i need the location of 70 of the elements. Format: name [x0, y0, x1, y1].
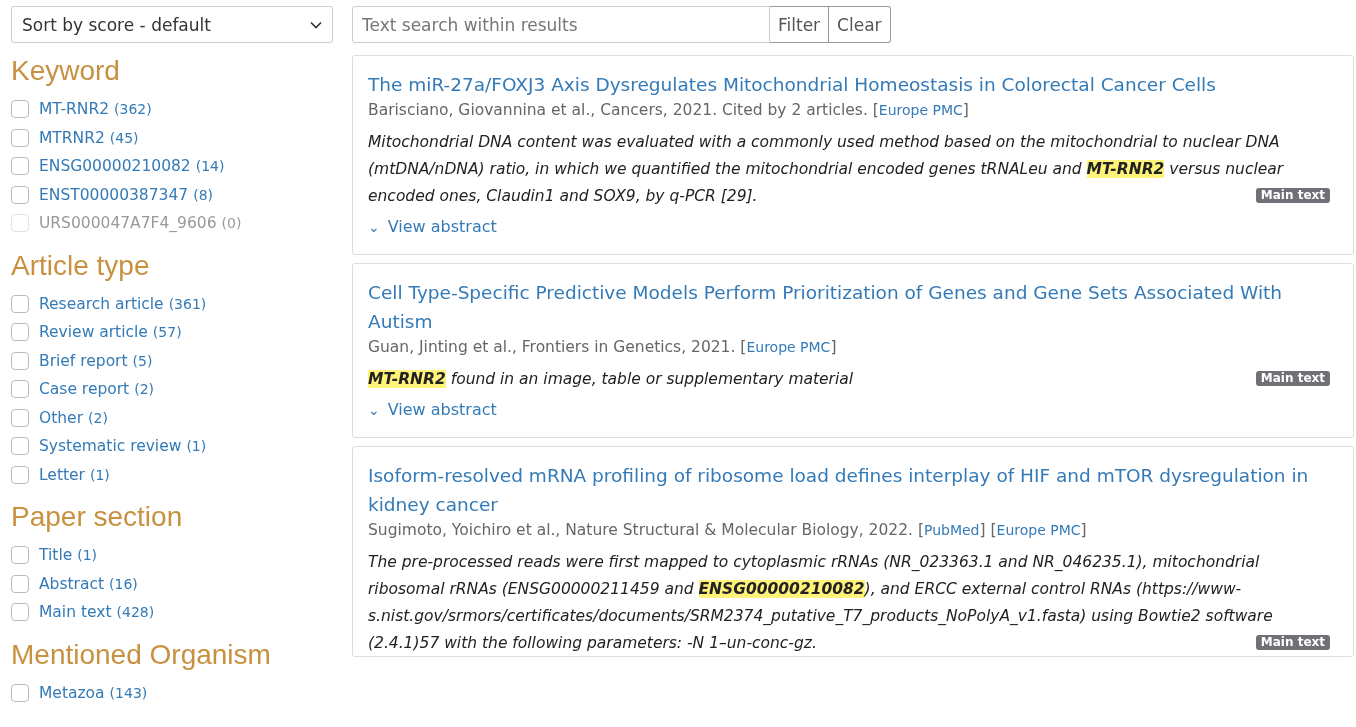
checkbox[interactable]	[11, 351, 29, 370]
facet-count: (1)	[77, 547, 98, 564]
checkbox[interactable]	[11, 437, 29, 456]
facet-count: (361)	[168, 295, 207, 312]
checkbox[interactable]	[11, 380, 29, 399]
facet-link[interactable]: Title	[39, 546, 73, 565]
facet-link[interactable]: Other	[39, 408, 83, 427]
facet-link[interactable]: Systematic review	[39, 437, 182, 456]
facet-link[interactable]: Research article	[39, 294, 164, 313]
facet-link[interactable]: MTRNR2	[39, 128, 105, 147]
facet-count: (1)	[186, 438, 207, 455]
view-abstract-link[interactable]: ⌄ View abstract	[368, 400, 497, 419]
checkbox[interactable]	[11, 185, 29, 204]
facet-count: (57)	[152, 324, 182, 341]
facet-count: (2)	[88, 409, 108, 426]
checkbox[interactable]	[11, 603, 29, 622]
search-field[interactable]: Text search within results	[352, 6, 770, 43]
result-title-link[interactable]: Isoform-resolved mRNA profiling of ribosome load defines interplay of HIF and mTOR dysregulation in kidney cancer	[368, 461, 1338, 519]
citation-text: Guan, Jinting et al., Frontiers in Genetics, 2021. [Europe PMC]	[368, 337, 838, 358]
facet-heading: Keyword	[11, 55, 121, 87]
facet-link[interactable]: Abstract	[39, 574, 105, 593]
facet-count: (14)	[195, 158, 225, 175]
checkbox[interactable]	[11, 408, 29, 427]
source-link[interactable]: Europe PMC	[746, 339, 831, 355]
filter-button[interactable]: Filter	[770, 6, 830, 43]
checkbox[interactable]	[11, 323, 29, 342]
facet-count: (2)	[134, 381, 155, 398]
facet-count: (1)	[89, 466, 110, 483]
checkbox[interactable]	[11, 157, 29, 176]
result-title-link[interactable]: Cell Type-Specific Predictive Models Perform Prioritization of Genes and Gene Sets Associated With Autism	[368, 278, 1338, 336]
citation-text: Sugimoto, Yoichiro et al., Nature Structural & Molecular Biology, 2022. [PubMed] [Europe PMC]	[368, 520, 1088, 541]
facet-link[interactable]: Main text	[39, 603, 112, 622]
checkbox[interactable]	[11, 128, 29, 147]
facet-link[interactable]: Review article	[39, 323, 148, 342]
facet-heading: Paper section	[11, 501, 184, 533]
clear-button[interactable]: Clear	[829, 6, 891, 43]
facet-link[interactable]: Letter	[39, 465, 85, 484]
checkbox[interactable]	[11, 465, 29, 484]
source-link[interactable]: Europe PMC	[878, 102, 963, 118]
facet-link[interactable]: Metazoa	[39, 683, 105, 702]
sort-dropdown[interactable]: Sort by score - default	[11, 6, 333, 43]
section-badge: Main text	[1255, 635, 1330, 650]
result-title-link[interactable]: The miR-27a/FOXJ3 Axis Dysregulates Mitochondrial Homeostasis in Colorectal Cancer Cells	[368, 70, 1338, 99]
facet-link[interactable]: ENSG00000210082	[39, 157, 191, 176]
facet-heading: Mentioned Organism	[11, 638, 272, 671]
facet-link[interactable]: MT-RNR2	[39, 100, 109, 119]
citation-text: Barisciano, Giovannina et al., Cancers, 2021. Cited by 2 articles. [Europe PMC]	[368, 100, 970, 121]
section-badge: Main text	[1255, 371, 1330, 386]
checkbox[interactable]	[11, 294, 29, 313]
facet-count: (5)	[132, 352, 153, 369]
checkbox[interactable]	[11, 546, 29, 565]
source-link[interactable]: PubMed	[923, 522, 980, 538]
checkbox[interactable]	[11, 100, 29, 119]
facet-count: (143)	[109, 684, 148, 701]
facet-count: (45)	[109, 129, 139, 146]
facet-link[interactable]: Brief report	[39, 351, 128, 370]
source-link[interactable]: Europe PMC	[996, 522, 1081, 538]
caret-icon	[310, 20, 322, 29]
section-badge: Main text	[1255, 188, 1330, 203]
facet-count: (16)	[109, 575, 138, 592]
facet-count: (428)	[116, 604, 155, 621]
facet-heading: Article type	[11, 249, 151, 282]
checkbox[interactable]	[11, 574, 29, 593]
facet-link[interactable]: Case report	[39, 380, 130, 399]
facet-count: (362)	[114, 101, 152, 118]
facet-link[interactable]: ENST00000387347	[39, 185, 189, 204]
facet-count: (0)	[221, 215, 242, 232]
view-abstract-link[interactable]: ⌄ View abstract	[368, 217, 497, 236]
checkbox[interactable]	[11, 683, 29, 702]
facet-count: (8)	[193, 186, 214, 203]
